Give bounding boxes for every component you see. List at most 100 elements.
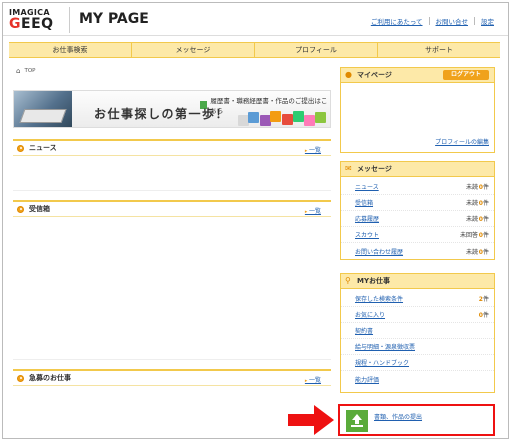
link-separator [474,17,475,25]
list-item: 保存した検索条件 2件 [341,291,494,307]
count: 0件 [479,230,489,239]
count-unit: 件 [482,296,489,303]
count-unit: 件 [482,216,489,223]
banner-headline: お仕事探しの第一歩！ [94,107,230,121]
count: 0件 [479,310,489,319]
keyboard-image [19,109,67,123]
unread-label: 未読 [465,248,478,256]
count-unit: 件 [482,200,489,207]
logo-line2-text: EEQ [21,16,54,32]
app-icons-graphic [236,109,330,127]
myjobs-title: MYお仕事 [357,277,391,285]
unread-label: 未読 [465,184,478,191]
logout-button[interactable]: ログアウト [443,70,489,80]
myjobs-link-payslips[interactable]: 給与明細・源泉徴収票 [355,342,415,351]
top-links: ご利用にあたって お問い合せ 設定 [371,16,494,26]
mypage-title: マイページ [357,71,392,79]
news-more-link[interactable]: 一覧 [305,145,321,154]
messages-box: ✉ メッセージ ニュース 未読 0件 受信箱 未読 0件 応募履歴 未読 0件 スカウト 未回… [340,161,495,260]
urgent-jobs-panel: 急募のお仕事 一覧 [13,369,331,438]
app-tile-icon [304,115,315,126]
nav-support[interactable]: サポート [378,43,500,57]
pointer-arrow-icon [288,405,334,435]
urgent-more-link[interactable]: 一覧 [305,375,321,384]
inbox-panel-title: 受信箱 [29,205,50,213]
header: IMAGICA GEEQ MY PAGE ご利用にあたって お問い合せ 設定 [3,3,508,36]
app-tile-icon [282,114,293,125]
list-item: 規程・ハンドブック [341,355,494,371]
top-link-contact[interactable]: お問い合せ [436,16,469,26]
top-link-settings[interactable]: 設定 [481,16,494,26]
msg-link-news[interactable]: ニュース [355,182,379,191]
mail-icon: ✉ [345,164,352,173]
app-tile-icon [315,112,326,123]
list-item: 能力評価 [341,371,494,387]
header-divider [69,7,70,33]
msg-link-inbox[interactable]: 受信箱 [355,198,373,207]
myjobs-list: 保存した検索条件 2件 お気に入り 0件 契約書 給与明細・源泉徴収票 規程・ハンド… [341,289,494,387]
myjobs-link-saved-searches[interactable]: 保存した検索条件 [355,294,403,303]
myjobs-link-handbook[interactable]: 規程・ハンドブック [355,358,409,367]
list-item: ニュース 未読 0件 [341,179,494,195]
messages-title: メッセージ [357,165,392,173]
myjobs-link-contracts[interactable]: 契約書 [355,326,373,335]
page-frame: IMAGICA GEEQ MY PAGE ご利用にあたって お問い合せ 設定 お… [2,2,509,439]
upload-arrow-icon [351,414,363,427]
bullet-icon [17,144,24,152]
search-icon: ⚲ [345,276,351,285]
nav-messages[interactable]: メッセージ [132,43,255,57]
app-tile-icon [248,112,259,123]
msg-link-inquiry-history[interactable]: お問い合わせ履歴 [355,247,403,256]
list-item: 受信箱 未読 0件 [341,195,494,211]
count-unit: 件 [482,232,489,239]
messages-header: ✉ メッセージ [341,162,494,177]
app-tile-icon [270,111,281,122]
messages-list: ニュース 未読 0件 受信箱 未読 0件 応募履歴 未読 0件 スカウト 未回答 0件 お問い合… [341,177,494,259]
nav-profile[interactable]: プロフィール [255,43,378,57]
logo-line2: GEEQ [9,17,65,31]
bullet-icon [17,374,24,382]
breadcrumb-top[interactable]: TOP [24,68,35,74]
profile-edit-link[interactable]: プロフィールの編集 [435,137,489,146]
inbox-panel-header: 受信箱 一覧 [13,202,331,217]
unread-label: 未読 [465,216,478,223]
breadcrumb: ⌂ TOP [16,67,35,75]
mypage-box: ● マイページ ログアウト プロフィールの編集 [340,67,495,153]
unread-label: 未読 [465,200,478,207]
myjobs-link-evaluation[interactable]: 能力評価 [355,375,379,384]
msg-link-applications[interactable]: 応募履歴 [355,214,379,223]
link-separator [428,17,430,25]
myjobs-header: ⚲ MYお仕事 [341,274,494,289]
news-panel-title: ニュース [29,144,57,152]
banner-photo [14,91,72,127]
myjobs-link-favorites[interactable]: お気に入り [355,310,385,319]
urgent-panel-header: 急募のお仕事 一覧 [13,371,331,386]
count: 2件 [479,294,489,303]
nav-job-search[interactable]: お仕事検索 [9,43,132,57]
bullet-icon [17,205,24,213]
logo-accent-letter: G [9,16,21,32]
inbox-more-link[interactable]: 一覧 [305,206,321,215]
home-icon: ⌂ [16,67,21,75]
submit-documents-callout[interactable]: 書類、作品の提出 [338,404,495,436]
unanswered-label: 未回答 [459,232,478,239]
list-item: お気に入り 0件 [341,307,494,323]
count-unit: 件 [482,312,489,319]
count-unit: 件 [482,184,489,191]
list-item: 応募履歴 未読 0件 [341,211,494,227]
msg-link-scout[interactable]: スカウト [355,230,379,239]
list-item: 契約書 [341,323,494,339]
promo-banner[interactable]: 履歴書・職務経歴書・作品のご提出はこちら お仕事探しの第一歩！ [13,90,331,128]
count: 0件 [479,198,489,207]
mypage-header: ● マイページ ログアウト [341,68,494,83]
myjobs-box: ⚲ MYお仕事 保存した検索条件 2件 お気に入り 0件 契約書 給与明細・源泉徴収… [340,273,495,393]
inbox-panel: 受信箱 一覧 [13,200,331,360]
logo[interactable]: IMAGICA GEEQ [9,8,65,32]
submit-documents-link[interactable]: 書類、作品の提出 [374,412,422,421]
count-unit: 件 [482,248,489,256]
list-item: 給与明細・源泉徴収票 [341,339,494,355]
top-link-usage[interactable]: ご利用にあたって [371,16,423,26]
count: 0件 [479,214,489,223]
app-tile-icon [293,111,304,122]
user-icon: ● [345,70,352,79]
